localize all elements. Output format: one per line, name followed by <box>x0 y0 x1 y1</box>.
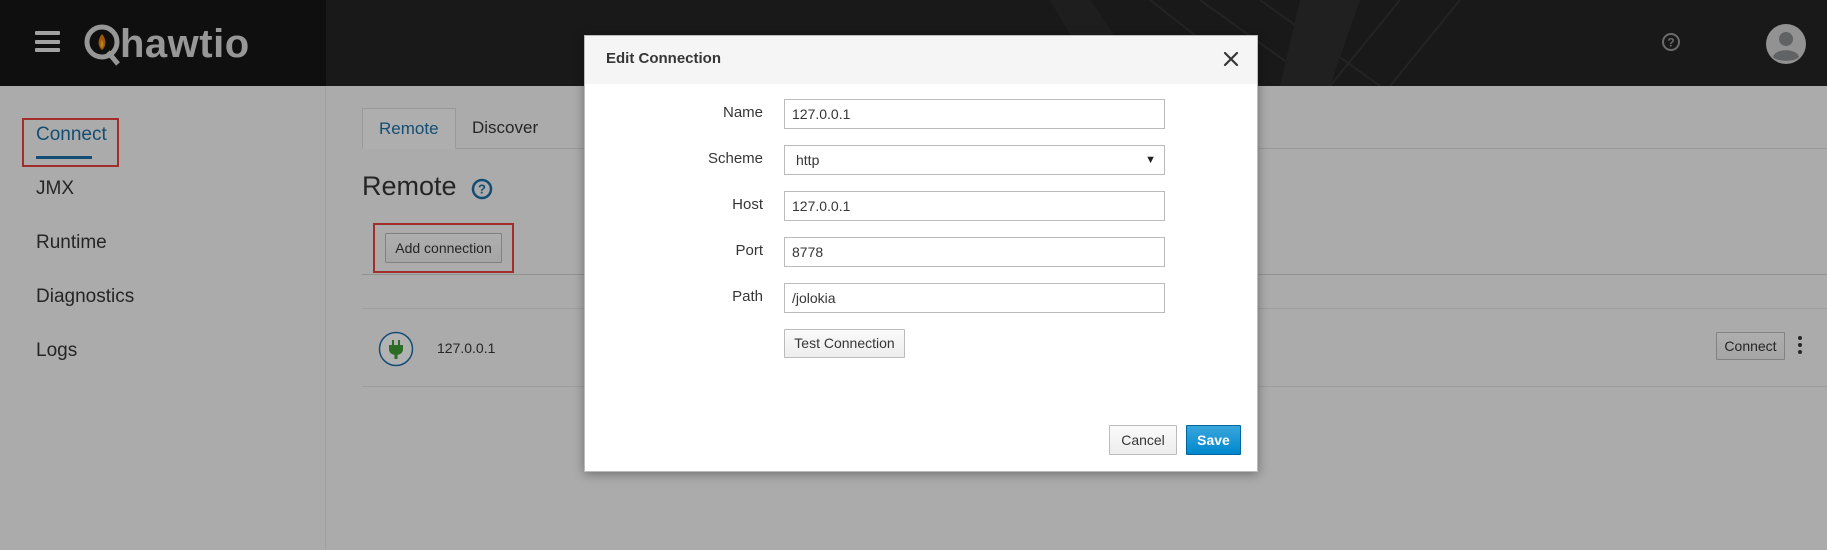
host-label: Host <box>732 196 763 213</box>
port-field[interactable]: 8778 <box>784 237 1165 267</box>
close-icon[interactable] <box>1222 50 1240 68</box>
cancel-button[interactable]: Cancel <box>1109 425 1177 455</box>
scheme-selected-value: http <box>796 152 820 168</box>
port-label: Port <box>735 242 763 259</box>
host-field[interactable]: 127.0.0.1 <box>784 191 1165 221</box>
path-label: Path <box>732 288 763 305</box>
edit-connection-dialog: Edit Connection Name 127.0.0.1 Scheme ht… <box>584 35 1258 472</box>
scheme-select[interactable]: http ▼ <box>784 145 1165 175</box>
save-button[interactable]: Save <box>1186 425 1241 455</box>
name-label: Name <box>722 104 763 121</box>
scheme-label: Scheme <box>707 150 763 167</box>
select-caret-icon: ▼ <box>1145 154 1156 166</box>
modal-title: Edit Connection <box>606 50 721 67</box>
test-connection-button[interactable]: Test Connection <box>784 329 905 358</box>
name-field[interactable]: 127.0.0.1 <box>784 99 1165 129</box>
path-field[interactable]: /jolokia <box>784 283 1165 313</box>
